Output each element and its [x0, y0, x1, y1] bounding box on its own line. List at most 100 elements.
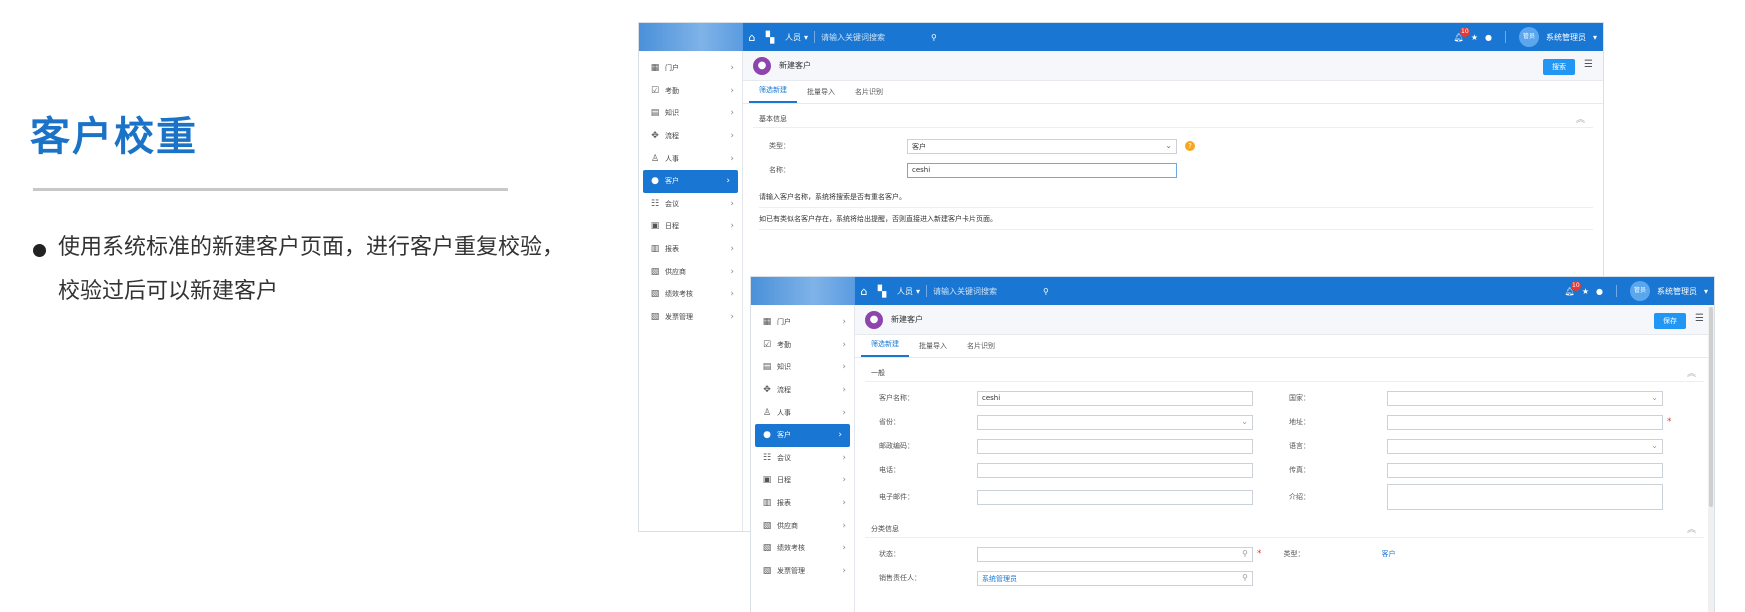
apps-icon[interactable]: ▚: [761, 31, 779, 44]
collapse-icon[interactable]: ︽: [1576, 112, 1585, 125]
owner-input[interactable]: 系统管理员 ⚲: [977, 570, 1253, 586]
sidebar-item[interactable]: ▧ 供应商 ›: [639, 260, 742, 283]
sidebar-item[interactable]: ☷ 会议 ›: [639, 193, 742, 216]
sidebar-item[interactable]: ● 客户 ›: [755, 423, 850, 447]
name-input[interactable]: ceshi: [907, 162, 1177, 178]
star-icon[interactable]: ★: [1471, 33, 1478, 42]
owner-value: 系统管理员: [982, 574, 1017, 583]
sidebar-item[interactable]: ✥ 流程 ›: [639, 125, 742, 148]
general-form: 客户名称： ceshi 国家： ⌄ 省份： ⌄ 地址： * 邮政编码： 语言： ⌄ 电话： 传真： 电子邮…: [855, 386, 1714, 512]
sidebar-item[interactable]: ✥ 流程 ›: [751, 379, 854, 402]
sidebar-item[interactable]: ▧ 绩效考核 ›: [751, 537, 854, 560]
flow-icon: ✥: [651, 131, 659, 142]
sidebar-item[interactable]: ● 客户 ›: [643, 169, 738, 193]
tab-filter-new[interactable]: 筛选新建: [861, 339, 909, 357]
apps-icon[interactable]: ▚: [873, 285, 891, 298]
scrollbar[interactable]: [1708, 307, 1714, 612]
search-input[interactable]: 请输入关键词搜索: [821, 32, 931, 43]
module-switch[interactable]: 人员 ▾: [785, 32, 808, 43]
chevron-down-icon[interactable]: ▾: [1593, 33, 1597, 42]
chevron-right-icon: ›: [730, 108, 734, 119]
intro-textarea[interactable]: [1387, 484, 1663, 510]
sidebar-item[interactable]: ▤ 知识 ›: [639, 102, 742, 125]
tab-card-scan[interactable]: 名片识别: [845, 87, 893, 103]
search-icon[interactable]: ⚲: [1242, 549, 1248, 558]
bell-icon[interactable]: 🔔︎ 10: [1565, 280, 1581, 296]
sidebar-item-label: 绩效考核: [777, 544, 805, 553]
user-name[interactable]: 系统管理员: [1546, 32, 1586, 43]
bell-icon[interactable]: 🔔︎ 10: [1454, 26, 1470, 42]
field-input[interactable]: ⌄: [1387, 390, 1663, 406]
avatar[interactable]: 管员: [1518, 27, 1539, 47]
user-name[interactable]: 系统管理员: [1657, 286, 1697, 297]
sidebar-item[interactable]: ▧ 绩效考核 ›: [639, 283, 742, 306]
divider: [1504, 31, 1506, 43]
chart-icon: ▥: [762, 498, 772, 509]
search-icon[interactable]: ⚲: [931, 33, 937, 42]
collapse-icon[interactable]: ︽: [1687, 522, 1696, 535]
sidebar-item[interactable]: ▧ 发票管理 ›: [639, 306, 742, 329]
tab-batch-import[interactable]: 批量导入: [797, 87, 845, 103]
search-button[interactable]: 搜索: [1543, 59, 1575, 75]
sidebar-item-label: 考勤: [777, 340, 791, 349]
chat-icon[interactable]: ●: [1596, 287, 1603, 296]
sidebar-item[interactable]: ▧ 供应商 ›: [751, 514, 854, 537]
sidebar-item[interactable]: ▤ 知识 ›: [751, 356, 854, 379]
sidebar-item[interactable]: ▥ 报表 ›: [639, 238, 742, 261]
avatar[interactable]: 管员: [1629, 281, 1650, 301]
invoice-icon: ▧: [762, 565, 772, 576]
search-input[interactable]: 请输入关键词搜索: [933, 286, 1043, 297]
menu-icon[interactable]: ☰: [1695, 313, 1704, 324]
field-input[interactable]: ⌄: [1387, 438, 1663, 454]
menu-icon[interactable]: ☰: [1584, 59, 1593, 70]
tab-card-scan[interactable]: 名片识别: [957, 341, 1005, 357]
field-input[interactable]: [1387, 462, 1663, 478]
help-icon[interactable]: ?: [1185, 141, 1195, 151]
portal-icon: ▦: [650, 63, 660, 74]
supplier-icon: ▧: [650, 266, 660, 277]
tab-batch-import[interactable]: 批量导入: [909, 341, 957, 357]
star-icon[interactable]: ★: [1582, 287, 1589, 296]
chat-icon[interactable]: ●: [1485, 33, 1492, 42]
type-select[interactable]: 客户 ⌄: [907, 138, 1177, 154]
sidebar-item[interactable]: ▣ 日程 ›: [751, 469, 854, 492]
sidebar-item[interactable]: ☷ 会议 ›: [751, 447, 854, 470]
search-icon[interactable]: ⚲: [1242, 573, 1248, 582]
tab-filter-new[interactable]: 筛选新建: [749, 85, 797, 103]
portal-icon: ▦: [762, 317, 772, 328]
module-switch[interactable]: 人员 ▾: [897, 286, 920, 297]
field-input[interactable]: [977, 462, 1253, 478]
page-header: ● 新建客户 保存 ☰: [855, 305, 1714, 335]
scrollbar-thumb[interactable]: [1709, 307, 1713, 507]
sidebar-item[interactable]: ♙ 人事 ›: [751, 401, 854, 424]
sidebar-item[interactable]: ▥ 报表 ›: [751, 492, 854, 515]
collapse-icon[interactable]: ︽: [1687, 366, 1696, 379]
type-value[interactable]: 客户: [1382, 549, 1658, 559]
flow-icon: ✥: [763, 385, 771, 396]
save-button[interactable]: 保存: [1654, 313, 1686, 329]
section-category: 分类信息 ︽: [865, 520, 1704, 538]
sidebar-item[interactable]: ▣ 日程 ›: [639, 215, 742, 238]
sidebar-item-label: 门户: [777, 318, 791, 327]
status-input[interactable]: ⚲: [977, 546, 1253, 562]
screenshot-new-customer-card: ⌂ ▚ 人员 ▾ 请输入关键词搜索 ⚲ 🔔︎ 10 ★ ● 管员 系统管理员 ▾ ▦…: [750, 276, 1715, 612]
field-input[interactable]: [977, 489, 1253, 505]
field-input[interactable]: ⌄: [977, 414, 1253, 430]
sidebar-item[interactable]: ▦ 门户 ›: [639, 57, 742, 80]
field-input[interactable]: [977, 438, 1253, 454]
search-icon[interactable]: ⚲: [1043, 287, 1049, 296]
sidebar-item[interactable]: ☑ 考勤 ›: [639, 80, 742, 103]
field-label: 国家：: [1289, 394, 1310, 402]
sidebar-item[interactable]: ♙ 人事 ›: [639, 147, 742, 170]
sidebar-item-label: 会议: [665, 199, 679, 208]
chevron-down-icon[interactable]: ▾: [1704, 287, 1708, 296]
status-row: 状态： ⚲ * 类型： 客户: [879, 542, 1714, 566]
field-input[interactable]: [1387, 414, 1663, 430]
sidebar-item[interactable]: ☑ 考勤 ›: [751, 334, 854, 357]
form-row: 省份： ⌄ 地址： *: [879, 410, 1714, 434]
sidebar-item[interactable]: ▧ 发票管理 ›: [751, 560, 854, 583]
home-icon[interactable]: ⌂: [743, 31, 761, 44]
sidebar-item[interactable]: ▦ 门户 ›: [751, 311, 854, 334]
field-input[interactable]: ceshi: [977, 390, 1253, 406]
home-icon[interactable]: ⌂: [855, 285, 873, 298]
